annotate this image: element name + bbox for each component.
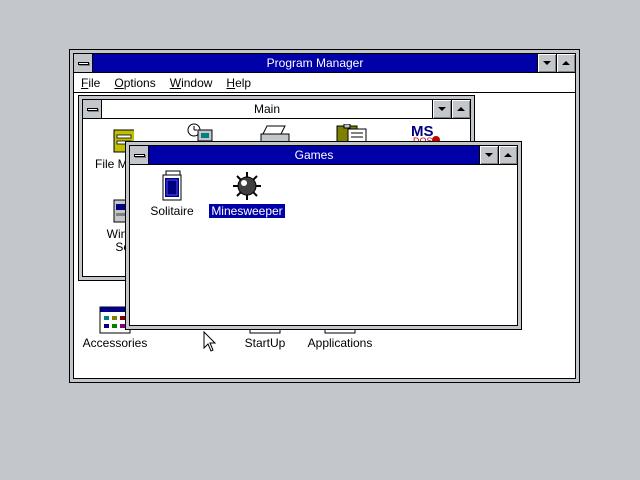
games-title: Games: [294, 148, 334, 162]
menu-help[interactable]: Help: [219, 76, 258, 90]
maximize-icon: [457, 107, 465, 111]
control-menu-box[interactable]: [74, 54, 93, 72]
window-title: Program Manager: [266, 56, 364, 70]
menu-options[interactable]: Options: [107, 76, 162, 90]
minimize-icon: [485, 153, 493, 157]
control-menu-box[interactable]: [130, 146, 149, 164]
program-item-minesweeper[interactable]: Minesweeper: [207, 170, 287, 219]
control-menu-icon: [77, 61, 89, 65]
maximize-icon: [562, 61, 570, 65]
group-label: Accessories: [82, 336, 148, 350]
program-item-solitaire[interactable]: Solitaire: [132, 170, 212, 218]
control-menu-icon: [133, 153, 145, 157]
menu-bar: File Options Window Help: [74, 73, 575, 93]
minesweeper-icon: [233, 172, 261, 200]
main-titlebar[interactable]: Main: [83, 100, 470, 119]
menu-file[interactable]: File: [74, 76, 107, 90]
program-label: Solitaire: [150, 204, 194, 218]
program-label: Minesweeper: [208, 203, 286, 219]
menu-window[interactable]: Window: [163, 76, 220, 90]
control-menu-box[interactable]: [83, 100, 102, 118]
minimize-button[interactable]: [479, 146, 498, 164]
games-titlebar[interactable]: Games: [130, 146, 517, 165]
maximize-button[interactable]: [556, 54, 575, 72]
control-panel-icon[interactable]: [184, 122, 214, 142]
minimize-icon: [543, 61, 551, 65]
maximize-button[interactable]: [451, 100, 470, 118]
games-group-window[interactable]: Games Solitaire Minesweeper: [125, 141, 522, 330]
minimize-icon: [438, 107, 446, 111]
program-item-windows-setup[interactable]: Windows Setup: [84, 194, 130, 256]
program-manager-titlebar[interactable]: Program Manager: [74, 54, 575, 73]
solitaire-icon: [162, 170, 182, 201]
maximize-icon: [504, 153, 512, 157]
mouse-cursor-icon: [203, 331, 217, 352]
group-label: Applications: [307, 336, 373, 350]
minimize-button[interactable]: [537, 54, 556, 72]
group-label: StartUp: [244, 336, 286, 350]
main-title: Main: [253, 102, 280, 116]
control-menu-icon: [86, 107, 98, 111]
minimize-button[interactable]: [432, 100, 451, 118]
maximize-button[interactable]: [498, 146, 517, 164]
